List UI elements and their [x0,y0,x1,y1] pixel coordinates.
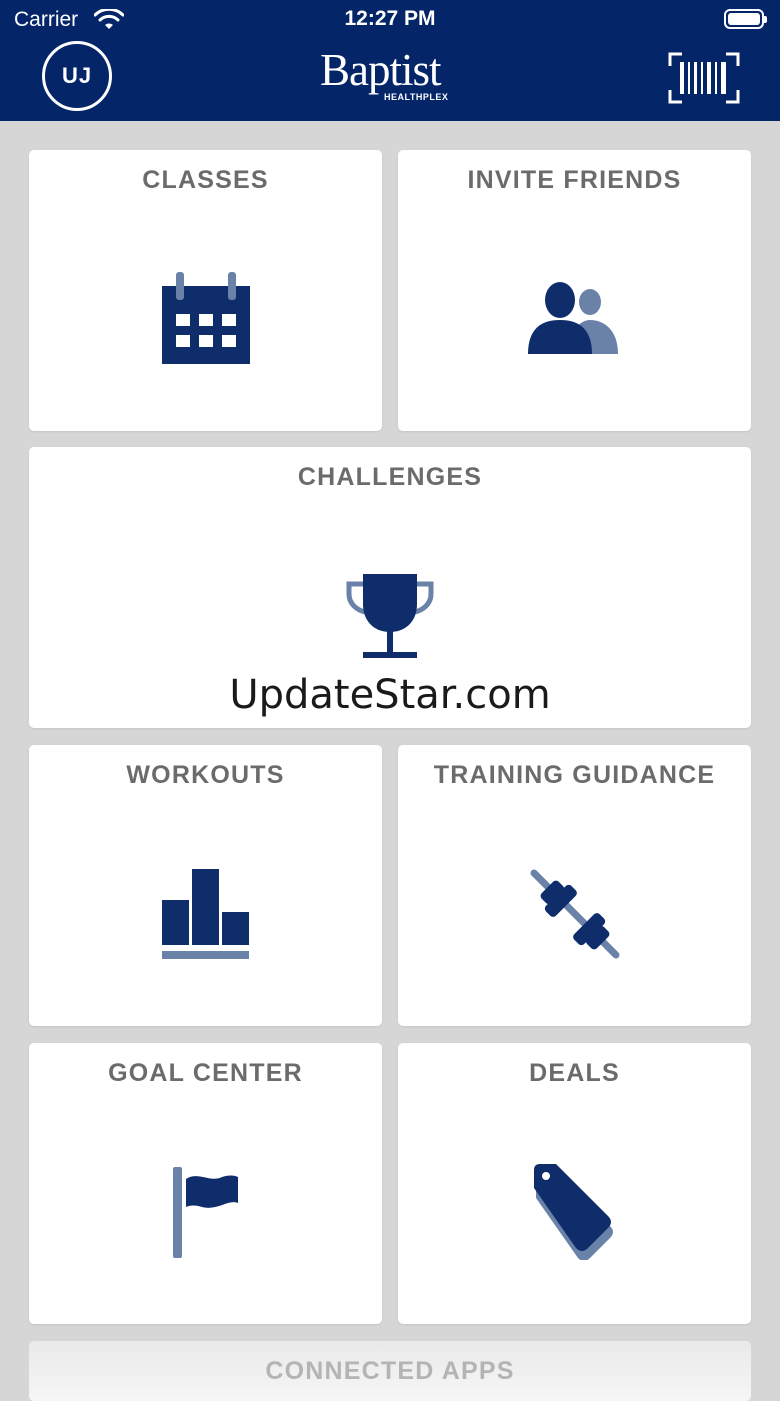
calendar-icon [162,272,250,364]
flag-icon [173,1167,238,1258]
tile-label: TRAINING GUIDANCE [433,761,716,789]
tile-label: DEALS [529,1059,620,1087]
tile-invite-friends[interactable]: INVITE FRIENDS [398,150,751,431]
tile-classes[interactable]: CLASSES [29,150,382,431]
watermark-text: UpdateStar.com [229,672,551,718]
tile-label: CHALLENGES [297,463,483,491]
status-bar: Carrier 12:27 PM [0,0,780,40]
people-icon [528,282,618,354]
app-header: Carrier 12:27 PM UJ Baptist HEALTHPLEX [0,0,780,121]
tile-connected-apps[interactable]: CONNECTED APPS [29,1341,751,1401]
logo-subtitle: HEALTHPLEX [384,92,449,102]
clock: 12:27 PM [344,7,436,30]
battery-icon [724,9,767,29]
barcode-icon[interactable] [668,52,740,104]
tile-training-guidance[interactable]: TRAINING GUIDANCE [398,745,751,1026]
tile-label: INVITE FRIENDS [467,166,682,194]
tile-label: GOAL CENTER [108,1059,303,1087]
trophy-icon [346,574,434,658]
tile-label: CONNECTED APPS [265,1357,515,1385]
tile-label: CLASSES [142,166,269,194]
profile-avatar-button[interactable]: UJ [42,41,112,111]
tile-workouts[interactable]: WORKOUTS [29,745,382,1026]
logo-word: Baptist [320,45,442,95]
bar-chart-icon [162,869,249,959]
baptist-healthplex-logo: Baptist HEALTHPLEX [300,46,480,108]
dumbbell-icon [530,869,620,959]
tag-icon [534,1164,613,1260]
avatar-initials: UJ [61,63,93,88]
tile-goal-center[interactable]: GOAL CENTER [29,1043,382,1324]
tile-label: WORKOUTS [126,761,285,789]
tile-deals[interactable]: DEALS [398,1043,751,1324]
